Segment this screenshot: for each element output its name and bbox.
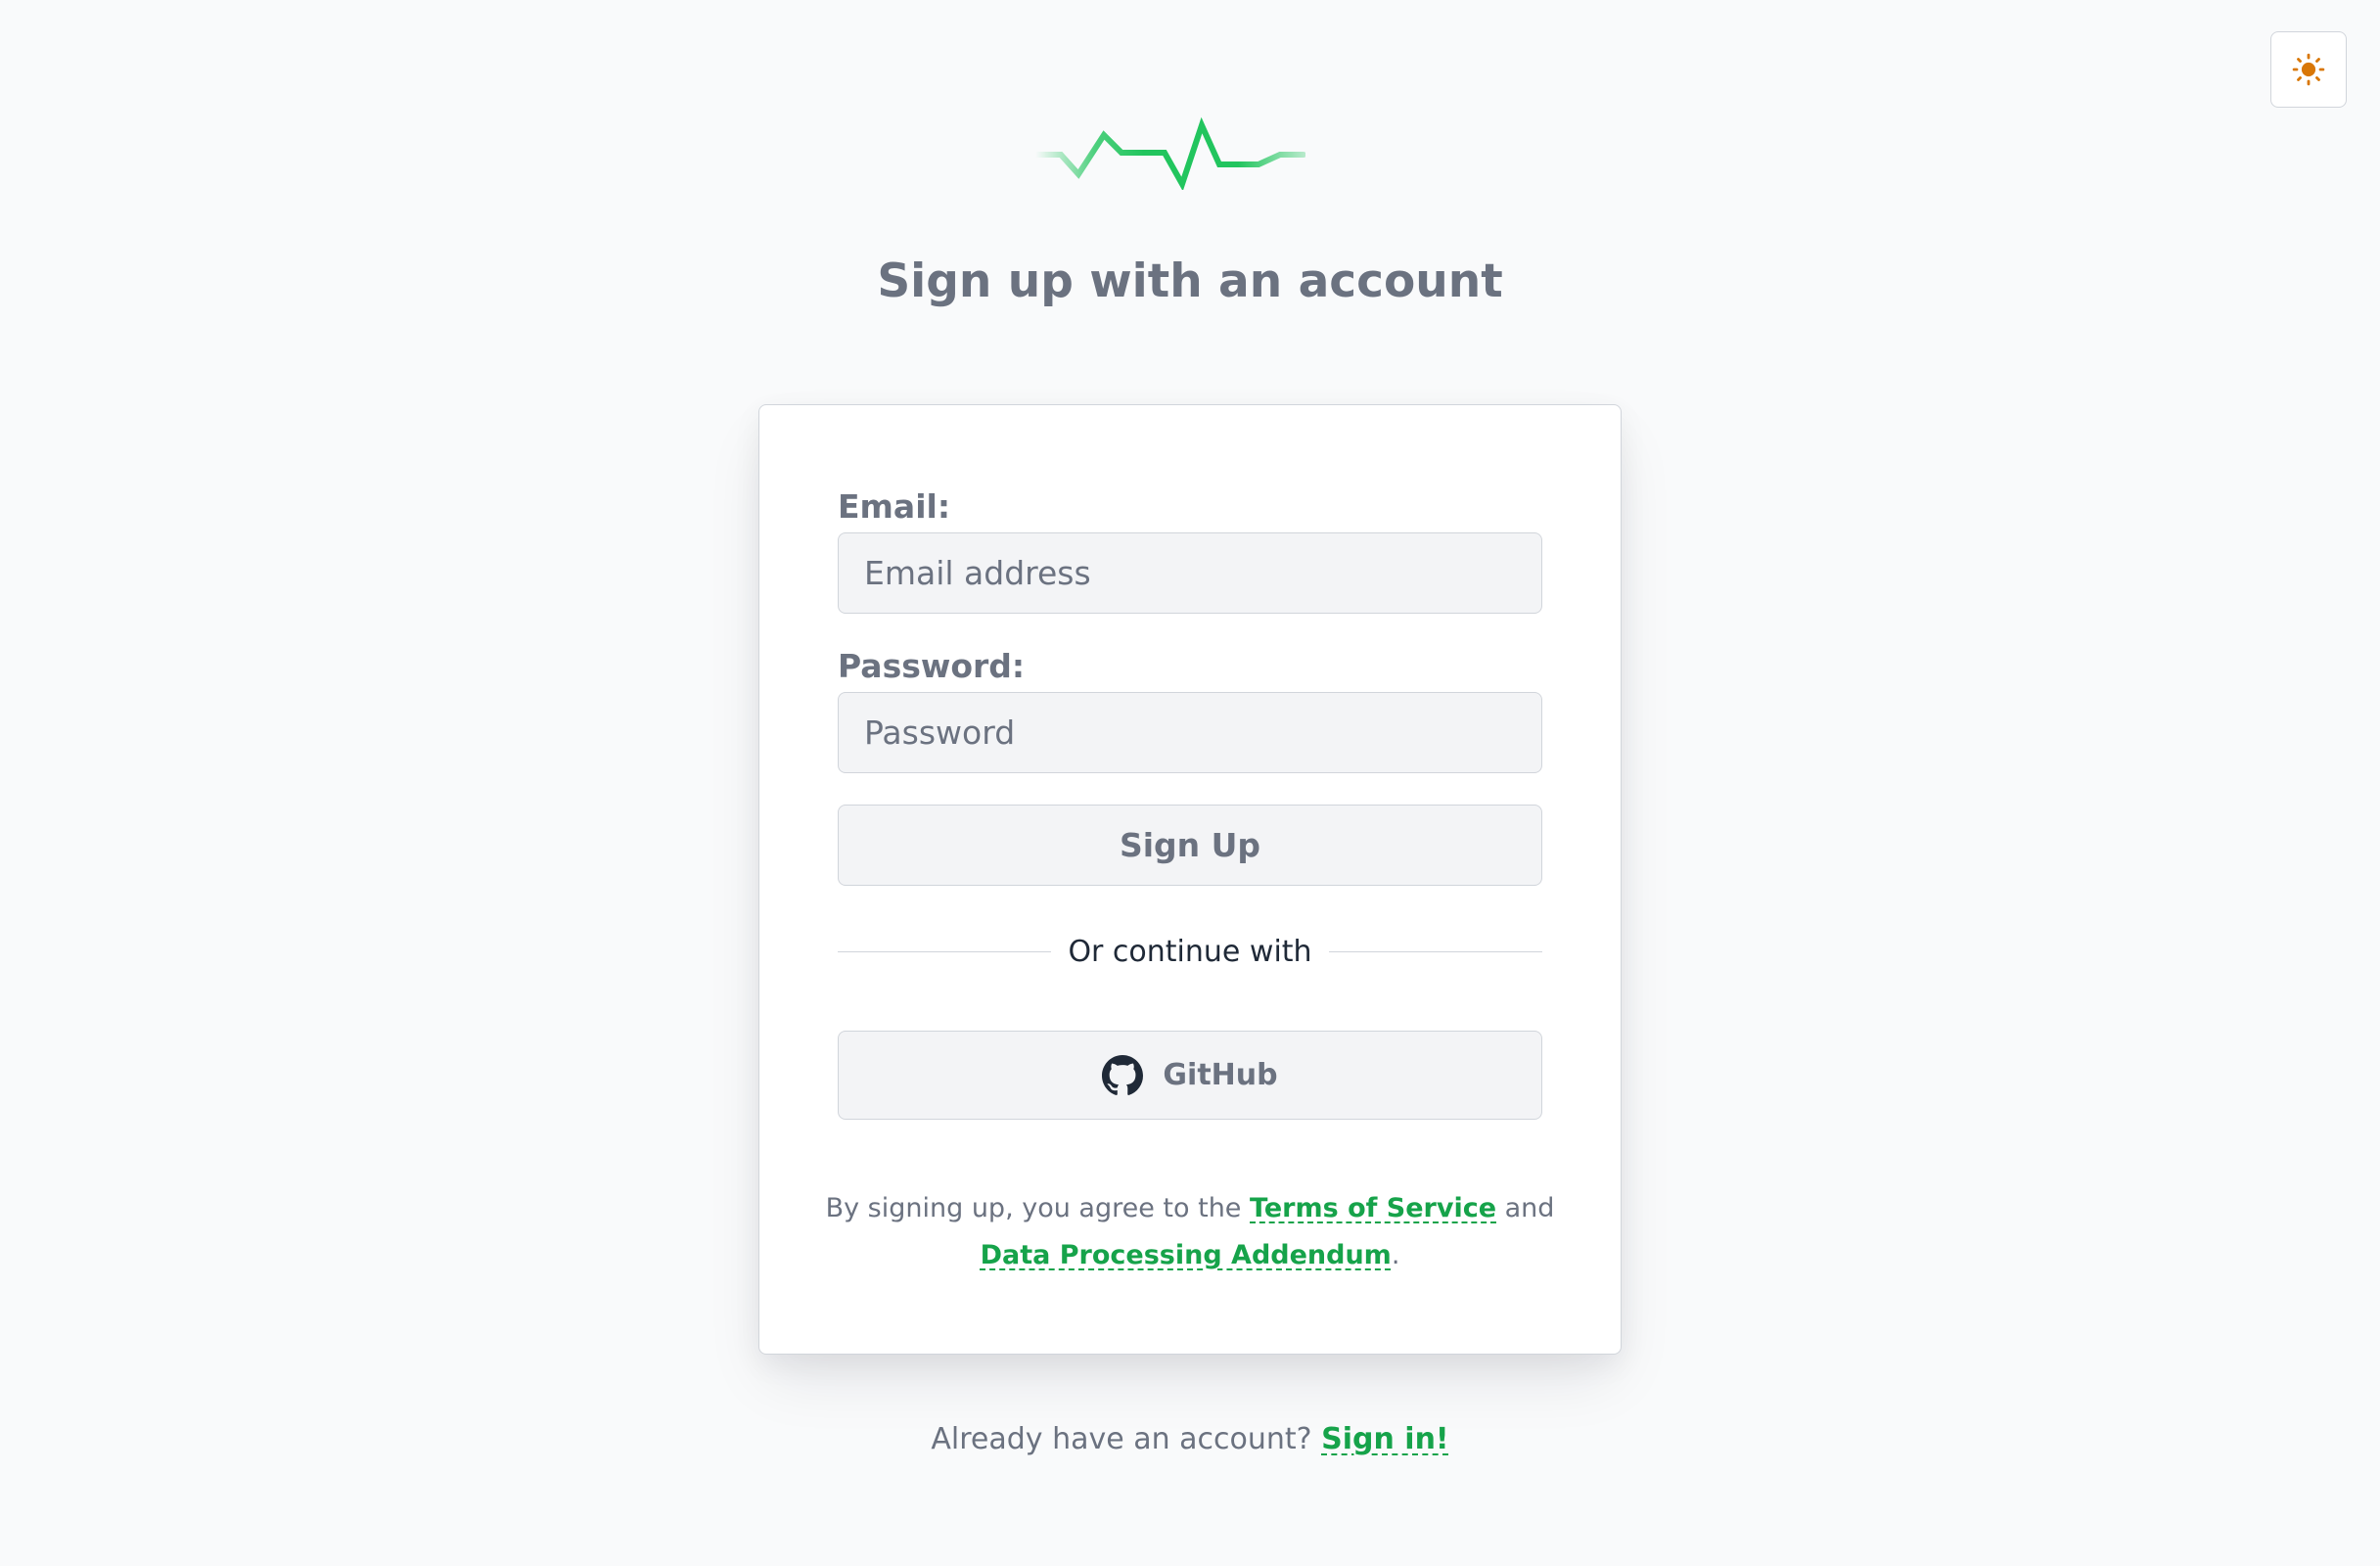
sign-in-prompt-text: Already have an account? <box>931 1422 1322 1456</box>
terms-prefix: By signing up, you agree to the <box>825 1193 1251 1223</box>
sign-in-link[interactable]: Sign in! <box>1321 1422 1449 1456</box>
sign-up-button[interactable]: Sign Up <box>838 805 1542 886</box>
password-label: Password: <box>838 647 1026 685</box>
signup-card: Email: Password: Sign Up Or continue wit… <box>758 404 1622 1355</box>
pulse-logo-icon <box>1035 116 1305 190</box>
terms-middle: and <box>1496 1193 1555 1223</box>
password-field[interactable] <box>838 692 1542 773</box>
email-label: Email: <box>838 487 951 526</box>
sign-up-button-label: Sign Up <box>1119 826 1261 864</box>
github-button-label: GitHub <box>1163 1058 1278 1092</box>
terms-suffix: . <box>1391 1240 1400 1270</box>
divider-line-left <box>838 950 1052 952</box>
page-title: Sign up with an account <box>877 254 1503 308</box>
github-button[interactable]: GitHub <box>838 1031 1542 1120</box>
email-field[interactable] <box>838 532 1542 614</box>
divider-line-right <box>1328 950 1542 952</box>
divider-text: Or continue with <box>1068 934 1312 969</box>
data-processing-addendum-link[interactable]: Data Processing Addendum <box>981 1240 1392 1270</box>
terms-notice: By signing up, you agree to the Terms of… <box>818 1185 1562 1279</box>
theme-toggle-button[interactable] <box>2270 31 2347 108</box>
sun-icon <box>2292 53 2325 86</box>
github-icon <box>1102 1054 1144 1095</box>
or-continue-divider: Or continue with <box>838 932 1542 971</box>
terms-of-service-link[interactable]: Terms of Service <box>1250 1193 1496 1223</box>
sign-in-prompt: Already have an account? Sign in! <box>0 1419 2380 1460</box>
